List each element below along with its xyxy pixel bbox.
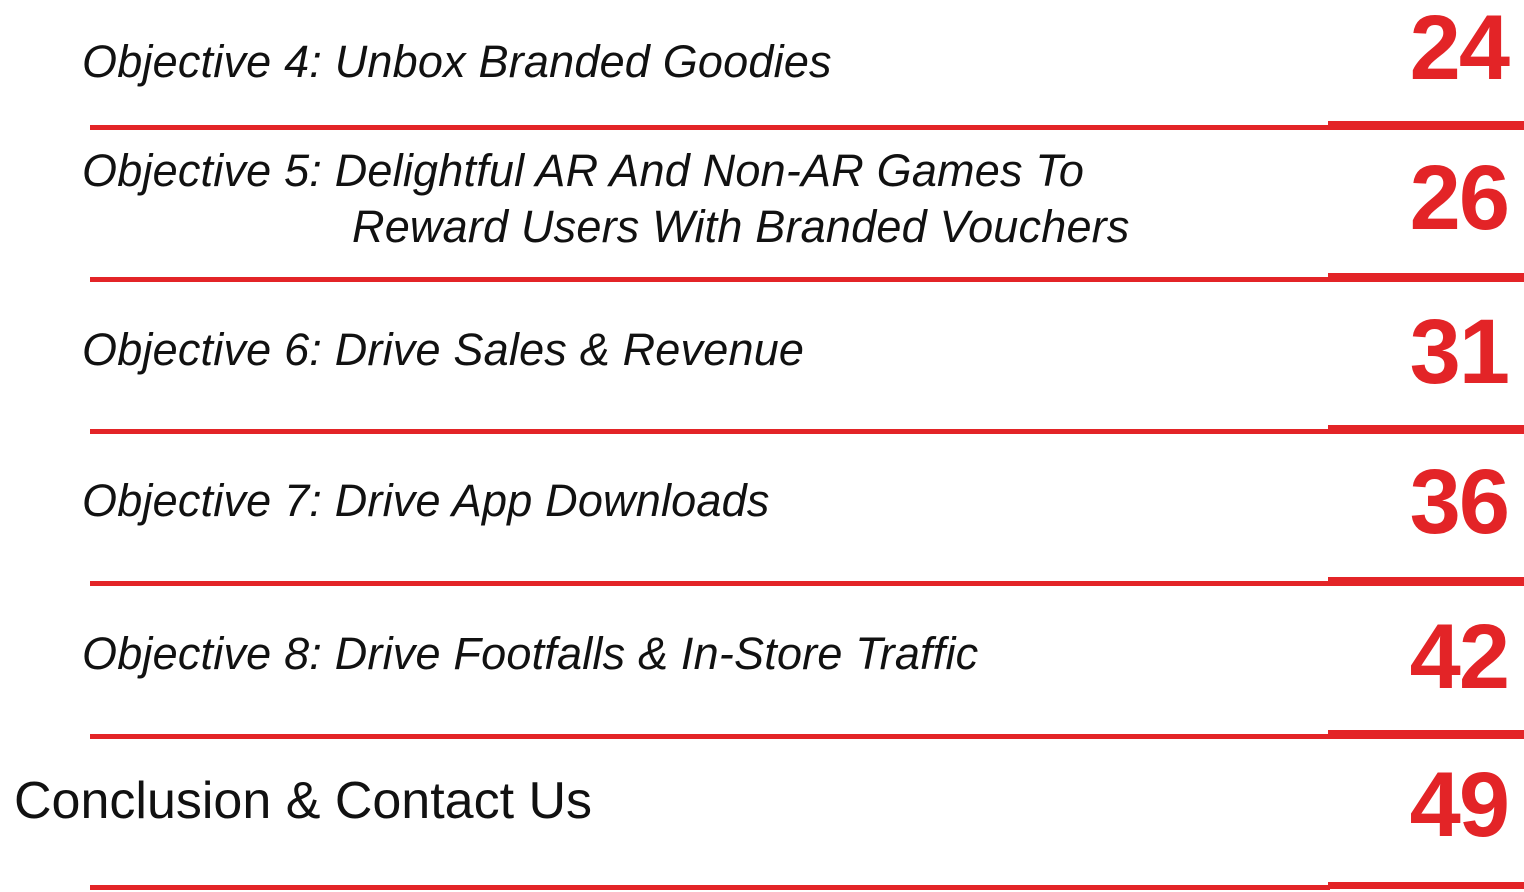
toc-page-number[interactable]: 42 — [1410, 607, 1510, 707]
divider-accent — [1328, 882, 1524, 889]
toc-page-number[interactable]: 26 — [1410, 148, 1510, 248]
divider-accent — [1328, 577, 1524, 586]
toc-entry-title[interactable]: Objective 5: Delightful AR And Non-AR Ga… — [82, 143, 1130, 255]
toc-entry-title[interactable]: Objective 6: Drive Sales & Revenue — [82, 322, 804, 378]
divider-line — [90, 885, 1330, 890]
divider-accent — [1328, 273, 1524, 282]
toc-entry-title-line2: Reward Users With Branded Vouchers — [352, 201, 1130, 252]
toc-page-number[interactable]: 24 — [1410, 0, 1510, 98]
divider-line — [90, 429, 1330, 434]
divider-accent — [1328, 121, 1524, 130]
divider-line — [90, 277, 1330, 282]
toc-page-number[interactable]: 49 — [1410, 755, 1510, 855]
divider-accent — [1328, 425, 1524, 434]
toc-entry-title[interactable]: Objective 4: Unbox Branded Goodies — [82, 34, 832, 90]
toc-entry-title[interactable]: Conclusion & Contact Us — [14, 771, 592, 831]
toc-page-number[interactable]: 36 — [1410, 452, 1510, 552]
divider-accent — [1328, 730, 1524, 739]
toc-entry-title[interactable]: Objective 7: Drive App Downloads — [82, 473, 770, 529]
toc-entry-title-line1: Objective 5: Delightful AR And Non-AR Ga… — [82, 145, 1085, 196]
divider-line — [90, 125, 1330, 130]
toc-page-number[interactable]: 31 — [1410, 302, 1510, 402]
divider-line — [90, 581, 1330, 586]
table-of-contents: Objective 4: Unbox Branded Goodies 24 Ob… — [0, 0, 1524, 892]
toc-entry-title[interactable]: Objective 8: Drive Footfalls & In-Store … — [82, 626, 978, 682]
divider-line — [90, 734, 1330, 739]
